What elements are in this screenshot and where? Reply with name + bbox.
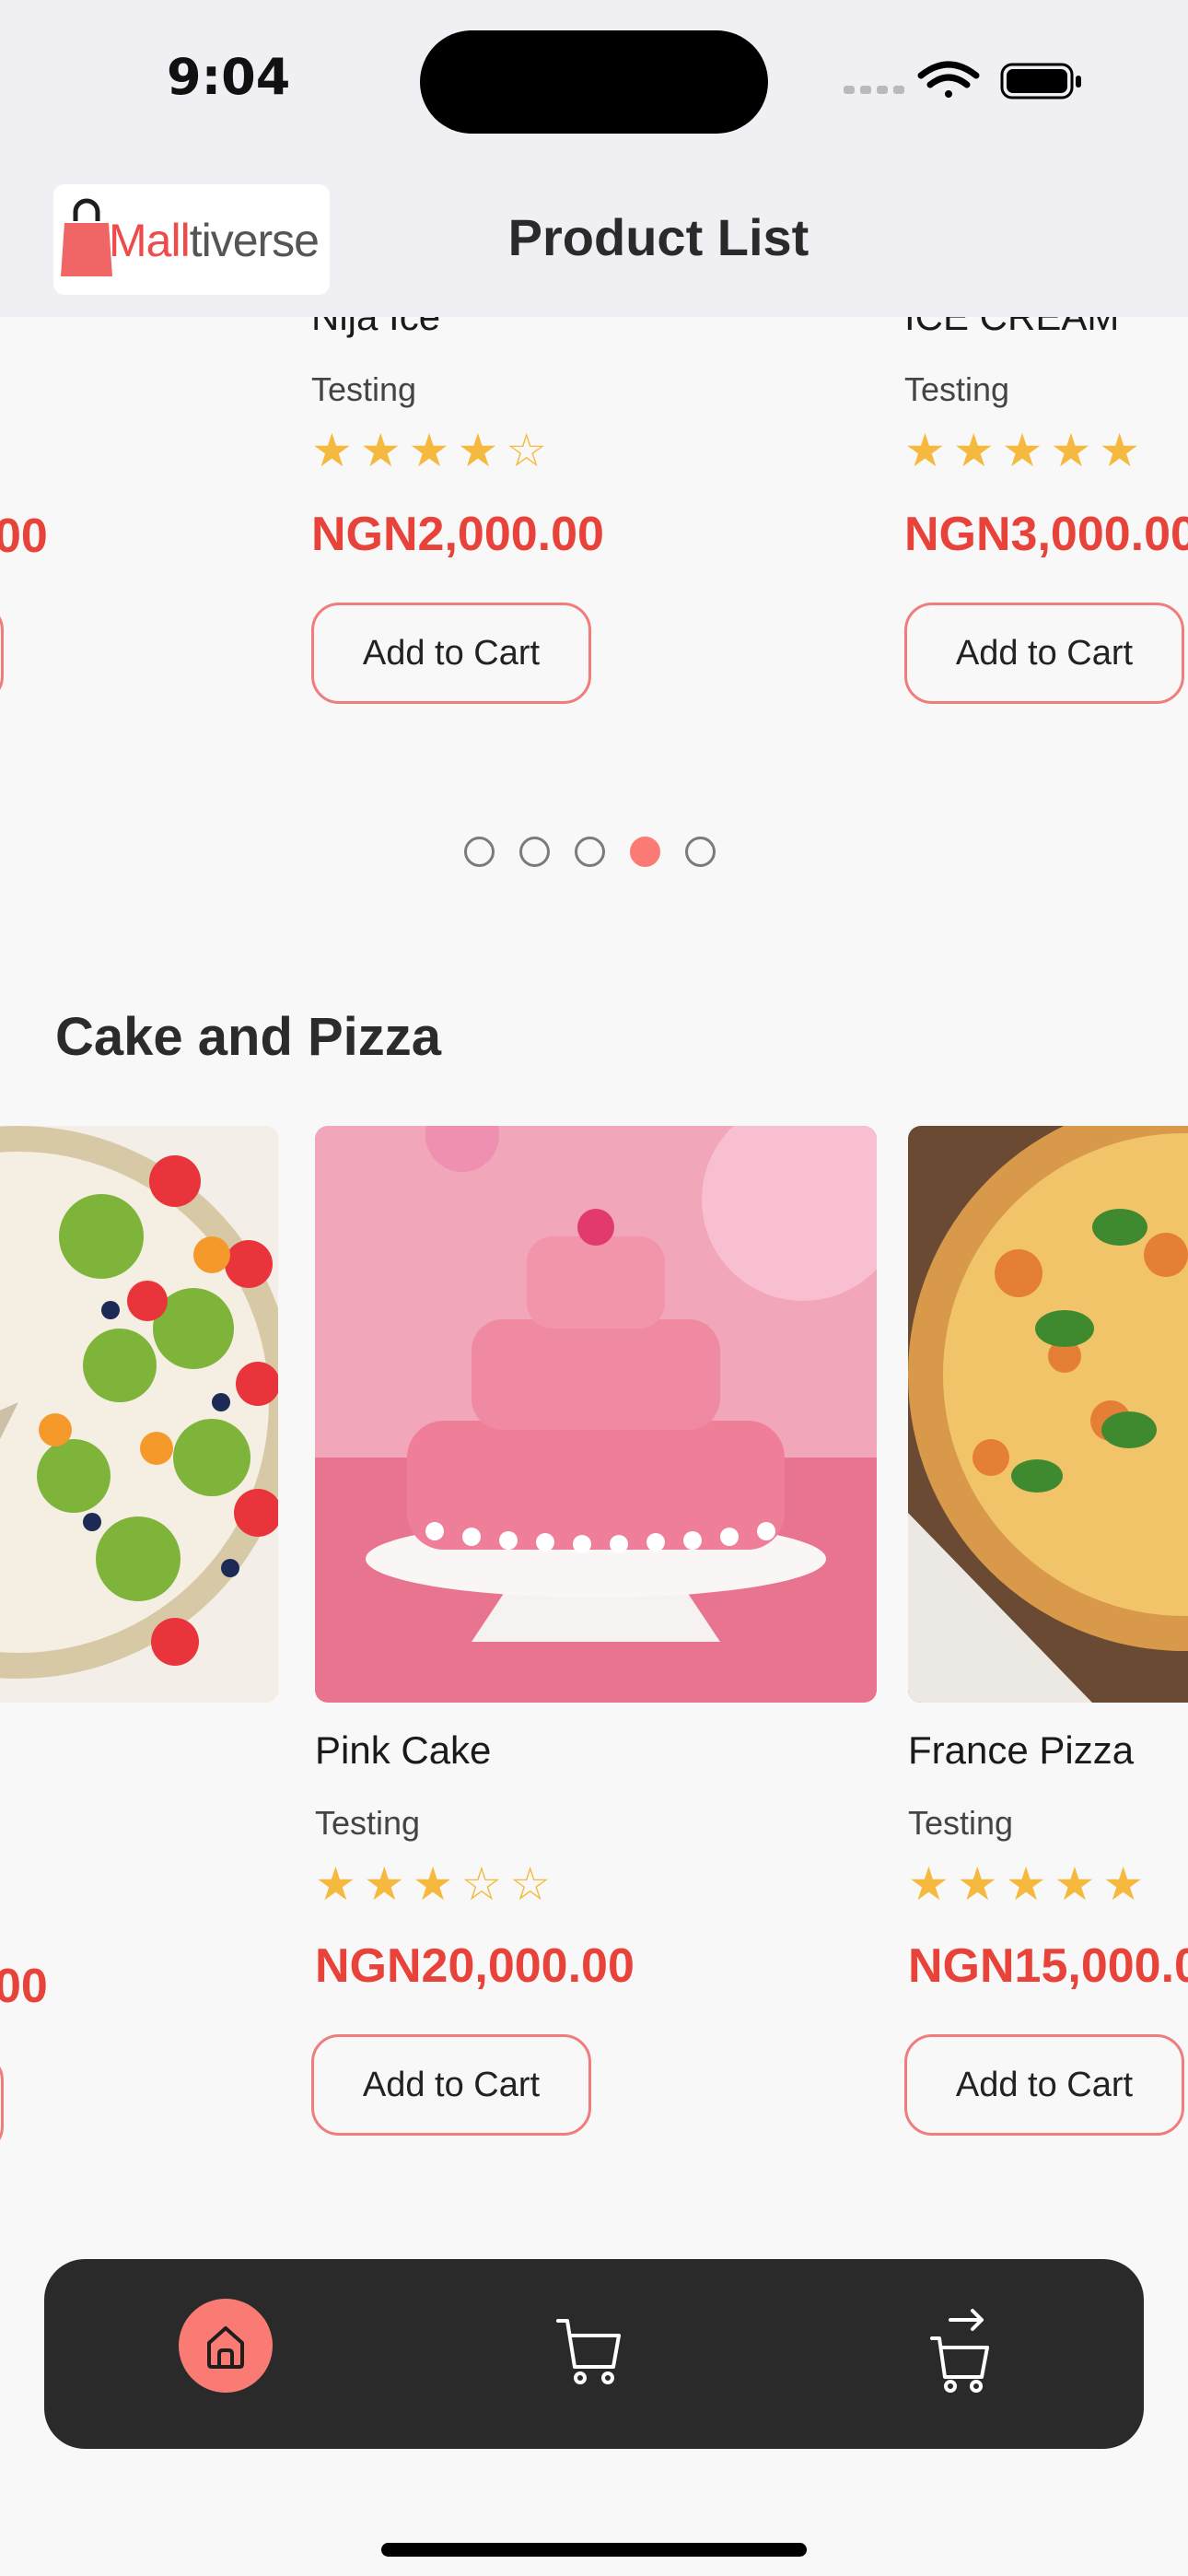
page-title: Product List <box>507 208 809 266</box>
pagination-dot[interactable] <box>685 837 716 867</box>
product-name: ICE CREAM <box>904 317 1119 339</box>
pagination-dot[interactable] <box>464 837 495 867</box>
status-icons <box>844 61 1081 100</box>
add-to-cart-button[interactable]: Add to Cart <box>904 603 1184 704</box>
product-price: NGN15,000.00 <box>908 1939 1188 1993</box>
product-subtitle: Testing <box>908 1804 1014 1842</box>
pink-cake-illustration <box>315 1126 877 1703</box>
section-title: Cake and Pizza <box>55 1007 442 1067</box>
add-to-cart-button[interactable]: Add to Cart <box>311 2034 591 2136</box>
partial-left-button[interactable] <box>0 2053 4 2154</box>
signal-icon <box>844 86 904 94</box>
pizza-image[interactable] <box>908 1126 1188 1703</box>
wifi-icon <box>917 61 980 98</box>
product-name: Nija Ice <box>311 317 440 339</box>
bottom-nav <box>44 2259 1144 2449</box>
product-name: Pink Cake <box>315 1728 492 1772</box>
cart-checkout-icon <box>930 2309 989 2393</box>
pizza-illustration <box>908 1126 1188 1703</box>
dynamic-island <box>420 30 768 134</box>
partial-left-price: 00 <box>0 509 48 563</box>
home-indicator[interactable] <box>381 2543 807 2557</box>
add-to-cart-button[interactable]: Add to Cart <box>311 603 591 704</box>
status-bar: 9:04 <box>0 0 1188 162</box>
pink-cake-image[interactable] <box>315 1126 877 1703</box>
pagination-dot-active[interactable] <box>630 837 660 867</box>
product-subtitle: Testing <box>904 370 1010 408</box>
fruit-tart-illustration <box>0 1126 278 1703</box>
product-subtitle: Testing <box>315 1804 421 1842</box>
nav-checkout-button[interactable] <box>919 2305 1002 2394</box>
product-card[interactable]: Nija Ice Testing ★★★★☆ NGN2,000.00 Add t… <box>311 317 873 722</box>
pagination-dot[interactable] <box>519 837 550 867</box>
battery-icon <box>1000 63 1081 100</box>
product-card[interactable]: France Pizza Testing ★★★★★ NGN15,000.00 … <box>904 1126 1188 2158</box>
nav-cart-button[interactable] <box>549 2310 632 2393</box>
product-price: NGN20,000.00 <box>315 1939 635 1993</box>
status-time: 9:04 <box>167 48 291 106</box>
cart-icon <box>556 2319 621 2384</box>
rating-stars: ★★★★★ <box>908 1858 1152 1910</box>
rating-stars: ★★★★★ <box>904 425 1148 476</box>
rating-stars: ★★★★☆ <box>311 425 555 476</box>
product-price: NGN3,000.00 <box>904 508 1188 561</box>
partial-left-price: 00 <box>0 1960 48 2013</box>
product-name: France Pizza <box>908 1728 1135 1772</box>
pagination-dot[interactable] <box>575 837 605 867</box>
fruit-tart-image[interactable] <box>0 1126 278 1703</box>
partial-left-button[interactable] <box>0 603 4 704</box>
rating-stars: ★★★☆☆ <box>315 1858 559 1910</box>
product-subtitle: Testing <box>311 370 417 408</box>
product-card[interactable]: ICE CREAM Testing ★★★★★ NGN3,000.00 Add … <box>904 317 1188 722</box>
nav-home-button[interactable] <box>179 2299 273 2393</box>
product-price: NGN2,000.00 <box>311 508 604 561</box>
home-icon <box>207 2326 244 2369</box>
product-card[interactable]: Pink Cake Testing ★★★☆☆ NGN20,000.00 Add… <box>311 1126 877 2158</box>
product-list-content[interactable]: 00 Nija Ice Testing ★★★★☆ NGN2,000.00 Ad… <box>0 317 1188 2252</box>
add-to-cart-button[interactable]: Add to Cart <box>904 2034 1184 2136</box>
